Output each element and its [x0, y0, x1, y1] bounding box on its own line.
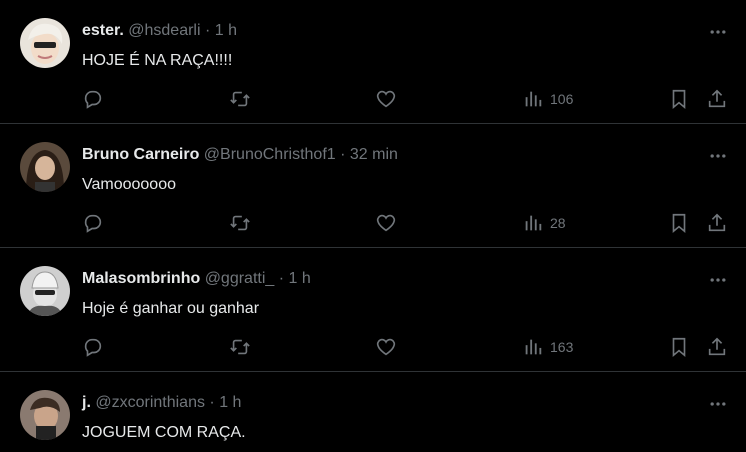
- author-handle[interactable]: @zxcorinthians: [95, 394, 205, 411]
- retweet-icon: [230, 91, 250, 107]
- views-count: 106: [550, 91, 574, 107]
- like-button[interactable]: [375, 86, 397, 112]
- reply-icon: [84, 90, 102, 109]
- avatar[interactable]: [20, 142, 70, 192]
- action-bar: 28: [0, 210, 746, 236]
- avatar[interactable]: [20, 18, 70, 68]
- separator-dot: ·: [340, 146, 346, 163]
- separator-dot: ·: [209, 394, 215, 411]
- more-icon[interactable]: [706, 268, 730, 292]
- timestamp[interactable]: 32 min: [350, 146, 398, 163]
- like-button[interactable]: [375, 210, 397, 236]
- avatar[interactable]: [20, 266, 70, 316]
- bookmark-icon: [672, 89, 686, 110]
- timestamp[interactable]: 1 h: [215, 22, 237, 39]
- reply-icon: [84, 338, 102, 357]
- views-button[interactable]: 106: [522, 86, 573, 112]
- bookmark-icon: [672, 213, 686, 234]
- bookmark-button[interactable]: [668, 334, 690, 360]
- separator-dot: ·: [205, 22, 211, 39]
- author-handle[interactable]: @ggratti_: [205, 270, 275, 287]
- avatar[interactable]: [20, 390, 70, 440]
- tweet-text: Vamooooooo: [82, 176, 176, 193]
- share-button[interactable]: [706, 334, 728, 360]
- tweet-text: JOGUEM COM RAÇA.: [82, 424, 246, 441]
- reply-button[interactable]: [82, 210, 104, 236]
- retweet-button[interactable]: [229, 210, 251, 236]
- timestamp[interactable]: 1 h: [289, 270, 311, 287]
- tweet-header: ester. @hsdearli · 1 h: [82, 20, 686, 42]
- views-button[interactable]: 28: [522, 210, 566, 236]
- retweet-icon: [230, 215, 250, 231]
- views-icon: [525, 91, 542, 107]
- more-icon[interactable]: [706, 392, 730, 416]
- share-icon: [708, 213, 726, 232]
- retweet-icon: [230, 339, 250, 355]
- timestamp[interactable]: 1 h: [219, 394, 241, 411]
- tweet-header: j. @zxcorinthians · 1 h: [82, 392, 686, 414]
- author-name[interactable]: Malasombrinho: [82, 270, 200, 287]
- share-button[interactable]: [706, 210, 728, 236]
- tweet[interactable]: Malasombrinho @ggratti_ · 1 h Hoje é gan…: [0, 248, 746, 372]
- separator-dot: ·: [278, 270, 285, 287]
- author-handle[interactable]: @hsdearli: [128, 22, 200, 39]
- author-name[interactable]: j.: [82, 394, 91, 411]
- views-count: 163: [550, 339, 574, 355]
- like-button[interactable]: [375, 334, 397, 360]
- timeline-feed: ester. @hsdearli · 1 h HOJE É NA RAÇA!!!…: [0, 0, 746, 452]
- views-count: 28: [550, 215, 566, 231]
- views-icon: [525, 339, 542, 355]
- author-name[interactable]: Bruno Carneiro: [82, 146, 199, 163]
- bookmark-icon: [672, 337, 686, 358]
- like-icon: [376, 90, 396, 108]
- tweet-text: Hoje é ganhar ou ganhar: [82, 300, 260, 317]
- tweet[interactable]: j. @zxcorinthians · 1 h JOGUEM COM RAÇA.: [0, 372, 746, 452]
- tweet-text: HOJE É NA RAÇA!!!!: [82, 52, 233, 69]
- views-button[interactable]: 163: [522, 334, 573, 360]
- author-name[interactable]: ester.: [82, 22, 124, 39]
- tweet-header: Bruno Carneiro @BrunoChristhof1 · 32 min: [82, 144, 686, 166]
- bookmark-button[interactable]: [668, 210, 690, 236]
- action-bar: 163: [0, 334, 746, 360]
- like-icon: [376, 338, 396, 356]
- retweet-button[interactable]: [229, 86, 251, 112]
- like-icon: [376, 214, 396, 232]
- views-icon: [525, 215, 542, 231]
- more-icon[interactable]: [706, 20, 730, 44]
- share-icon: [708, 89, 726, 108]
- action-bar: 106: [0, 86, 746, 112]
- tweet[interactable]: ester. @hsdearli · 1 h HOJE É NA RAÇA!!!…: [0, 0, 746, 124]
- reply-button[interactable]: [82, 334, 104, 360]
- more-icon[interactable]: [706, 144, 730, 168]
- retweet-button[interactable]: [229, 334, 251, 360]
- author-handle[interactable]: @BrunoChristhof1: [204, 146, 336, 163]
- share-button[interactable]: [706, 86, 728, 112]
- share-icon: [708, 337, 726, 356]
- tweet[interactable]: Bruno Carneiro @BrunoChristhof1 · 32 min…: [0, 124, 746, 248]
- tweet-header: Malasombrinho @ggratti_ · 1 h: [82, 268, 686, 290]
- reply-icon: [84, 214, 102, 233]
- reply-button[interactable]: [82, 86, 104, 112]
- bookmark-button[interactable]: [668, 86, 690, 112]
